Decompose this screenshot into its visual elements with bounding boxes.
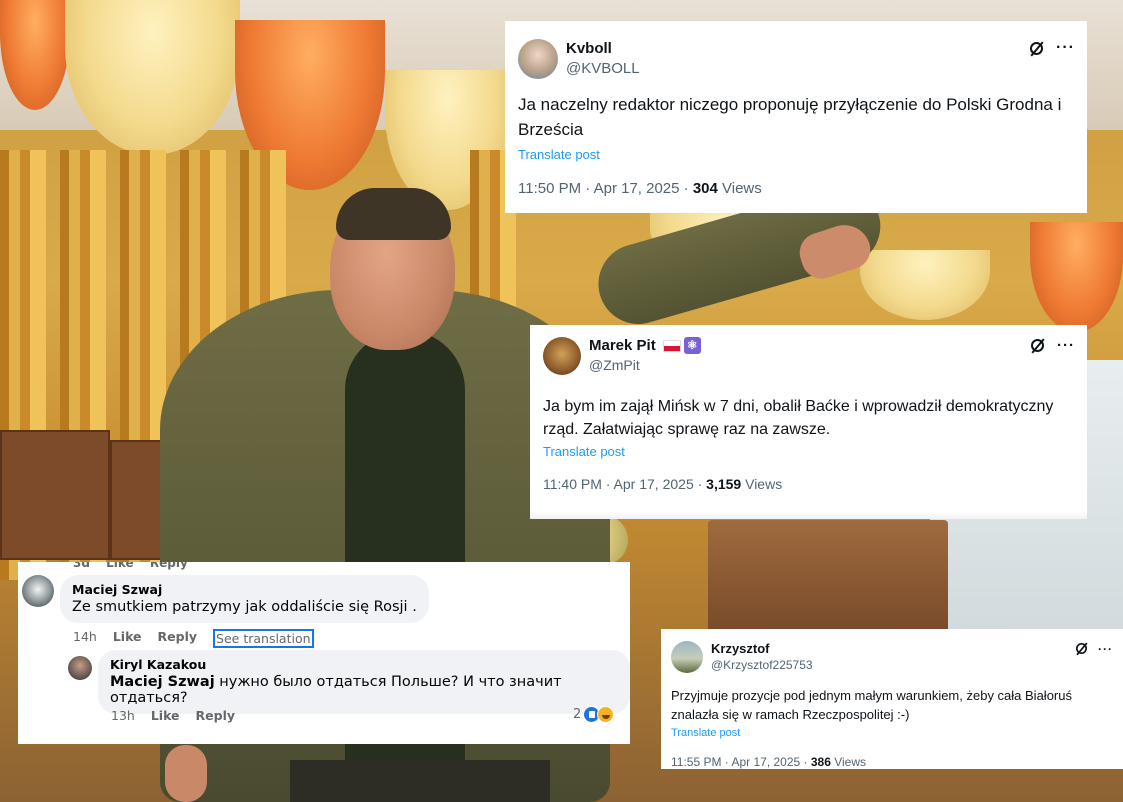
tweet-time[interactable]: 11:55 PM · Apr 17, 2025 ·	[671, 755, 811, 769]
tweet-actions: ···	[1029, 39, 1075, 57]
handle[interactable]: @KVBOLL	[566, 60, 640, 77]
comment-time[interactable]: 14h	[73, 629, 97, 648]
tweet-author: Marek Pit ⚛ @ZmPit	[589, 337, 701, 373]
tweet-text: Ja naczelny redaktor niczego proponuję p…	[518, 95, 1062, 139]
cropped-edge	[530, 511, 1087, 519]
comment-bubble: Maciej Szwaj Ze smutkiem patrzymy jak od…	[60, 575, 429, 623]
tweet-card-marek-pit[interactable]: Marek Pit ⚛ @ZmPit ··· Ja bym im zajął M…	[530, 325, 1087, 519]
reaction-summary[interactable]: 2	[573, 706, 615, 723]
previous-comment-actions: 3d Like Reply	[73, 562, 200, 570]
tweet-meta: 11:40 PM · Apr 17, 2025 · 3,159 Views	[543, 476, 1075, 492]
see-translation-link[interactable]: See translation	[213, 629, 314, 648]
avatar[interactable]	[543, 337, 581, 375]
reply-comment: Kiryl Kazakou Maciej Szwaj нужно было от…	[68, 650, 630, 714]
views-label: Views	[717, 180, 762, 198]
comment-author[interactable]: Maciej Szwaj	[72, 582, 417, 597]
hair	[336, 188, 451, 240]
reply-link[interactable]: Reply	[196, 708, 235, 723]
haha-reaction-icon	[597, 706, 615, 723]
handle[interactable]: @Krzysztof225753	[711, 658, 813, 672]
tweet-actions: ···	[1074, 641, 1113, 656]
atom-icon: ⚛	[683, 337, 701, 354]
comment-actions: 14h Like Reply See translation	[73, 629, 314, 648]
translate-post-link[interactable]: Translate post	[543, 444, 1075, 459]
grok-icon[interactable]	[1030, 338, 1045, 353]
like-link[interactable]: Like	[113, 629, 142, 648]
more-options-icon[interactable]: ···	[1098, 642, 1113, 656]
tweet-meta: 11:55 PM · Apr 17, 2025 · 386 Views	[671, 755, 1113, 769]
tweet-header: Marek Pit ⚛ @ZmPit ···	[543, 337, 1075, 375]
tweet-time[interactable]: 11:40 PM · Apr 17, 2025 ·	[543, 476, 706, 492]
more-options-icon[interactable]: ···	[1056, 39, 1075, 57]
display-name[interactable]: Krzysztof	[711, 641, 813, 656]
tweet-meta: 11:50 PM · Apr 17, 2025 · 304 Views	[518, 180, 1075, 197]
facebook-comments-card: 3d Like Reply Maciej Szwaj Ze smutkiem p…	[18, 562, 630, 744]
more-options-icon[interactable]: ···	[1057, 337, 1075, 354]
reply-link[interactable]: Reply	[158, 629, 197, 648]
reply-actions: 13h Like Reply	[111, 708, 235, 723]
tweet-text: Ja bym im zajął Mińsk w 7 dni, obalił Ba…	[543, 398, 1054, 439]
tweet-card-kvboll[interactable]: Kvboll @KVBOLL ··· Ja naczelny redaktor …	[505, 21, 1087, 213]
avatar[interactable]	[68, 656, 92, 680]
comment: Maciej Szwaj Ze smutkiem patrzymy jak od…	[22, 575, 429, 623]
tweet-header: Kvboll @KVBOLL ···	[518, 39, 1075, 79]
grok-icon[interactable]	[1075, 642, 1088, 655]
like-link[interactable]: Like	[151, 708, 180, 723]
mention-link[interactable]: Maciej Szwaj	[110, 674, 215, 690]
trousers	[290, 760, 550, 802]
avatar[interactable]	[671, 641, 703, 673]
display-name[interactable]: Marek Pit	[589, 337, 656, 354]
comment-time[interactable]: 3d	[73, 562, 90, 570]
reaction-count: 2	[573, 707, 582, 722]
views-label: Views	[830, 754, 867, 769]
views-count: 3,159	[706, 476, 742, 493]
tweet-author: Kvboll @KVBOLL	[566, 39, 640, 77]
display-name-row[interactable]: Marek Pit ⚛	[589, 337, 701, 354]
comment-text: Ze smutkiem patrzymy jak oddaliście się …	[72, 599, 417, 615]
display-name[interactable]: Kvboll	[566, 40, 640, 57]
views-label: Views	[741, 476, 783, 493]
like-link[interactable]: Like	[106, 562, 134, 570]
reply-author[interactable]: Kiryl Kazakou	[110, 657, 618, 672]
handle[interactable]: @ZmPit	[589, 357, 701, 373]
tweet-time[interactable]: 11:50 PM · Apr 17, 2025 ·	[518, 180, 693, 197]
tweet-text: Przyjmuje prozycje pod jednym małym waru…	[671, 688, 1072, 722]
translate-post-link[interactable]: Translate post	[518, 147, 1075, 162]
avatar[interactable]	[22, 575, 54, 607]
tweet-actions: ···	[1030, 337, 1075, 354]
translate-post-link[interactable]: Translate post	[671, 727, 1113, 739]
poland-flag-icon	[662, 339, 681, 352]
views-count: 304	[692, 180, 718, 198]
reply-text: Maciej Szwaj нужно было отдаться Польше?…	[110, 674, 618, 706]
left-hand	[165, 745, 207, 802]
avatar[interactable]	[518, 39, 558, 79]
reply-bubble: Kiryl Kazakou Maciej Szwaj нужно было от…	[98, 650, 630, 714]
wood-panel	[0, 430, 110, 560]
grok-icon[interactable]	[1029, 41, 1044, 56]
reply-time[interactable]: 13h	[111, 708, 135, 723]
tweet-card-krzysztof[interactable]: Krzysztof @Krzysztof225753 ··· Przyjmuje…	[661, 629, 1123, 769]
views-count: 386	[810, 754, 831, 769]
reply-link[interactable]: Reply	[150, 562, 188, 570]
tweet-author: Krzysztof @Krzysztof225753	[711, 641, 813, 672]
tweet-header: Krzysztof @Krzysztof225753 ···	[671, 641, 1113, 673]
